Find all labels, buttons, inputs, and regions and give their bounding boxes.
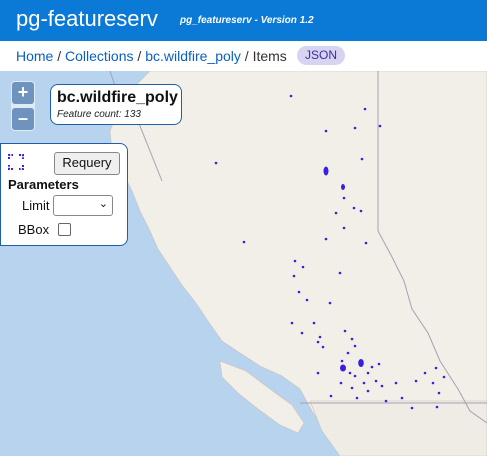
breadcrumb-bar: Home / Collections / bc.wildfire_poly / … xyxy=(0,41,487,71)
land-mainland xyxy=(109,71,487,456)
app-title: pg-featureserv xyxy=(16,6,158,31)
basemap xyxy=(65,71,487,456)
limit-select[interactable]: ⌄ xyxy=(53,195,113,216)
zoom-control: + – xyxy=(11,81,35,131)
bbox-label: BBox xyxy=(18,222,50,237)
breadcrumb: Home / Collections / bc.wildfire_poly / … xyxy=(16,48,287,64)
parameters-heading: Parameters xyxy=(8,177,79,192)
zoom-in-button[interactable]: + xyxy=(12,82,34,104)
json-button[interactable]: JSON xyxy=(297,46,345,65)
app-header: pg-featureserv pg_featureserv - Version … xyxy=(0,0,487,41)
requery-button[interactable]: Requery xyxy=(54,152,120,175)
land-south xyxy=(309,400,487,456)
zoom-to-extent-icon[interactable] xyxy=(8,154,24,170)
breadcrumb-separator: / xyxy=(240,48,253,64)
parameters-panel: Requery Parameters Limit ⌄ BBox xyxy=(0,143,128,246)
bbox-checkbox[interactable] xyxy=(58,223,71,236)
breadcrumb-separator: / xyxy=(53,48,66,64)
breadcrumb-collection-link[interactable]: bc.wildfire_poly xyxy=(145,48,241,64)
limit-label: Limit xyxy=(22,198,50,213)
map-view[interactable] xyxy=(0,71,487,456)
breadcrumb-separator: / xyxy=(133,48,146,64)
app-subtitle: pg_featureserv - Version 1.2 xyxy=(180,15,314,26)
layer-name: bc.wildfire_poly xyxy=(57,89,178,106)
chevron-down-icon: ⌄ xyxy=(98,198,108,210)
feature-count: Feature count: 133 xyxy=(57,109,141,120)
zoom-out-button[interactable]: – xyxy=(12,108,34,130)
breadcrumb-home-link[interactable]: Home xyxy=(16,48,53,64)
breadcrumb-collections-link[interactable]: Collections xyxy=(65,48,133,64)
breadcrumb-current: Items xyxy=(252,48,287,64)
layer-info-card: bc.wildfire_poly Feature count: 133 xyxy=(50,84,182,125)
